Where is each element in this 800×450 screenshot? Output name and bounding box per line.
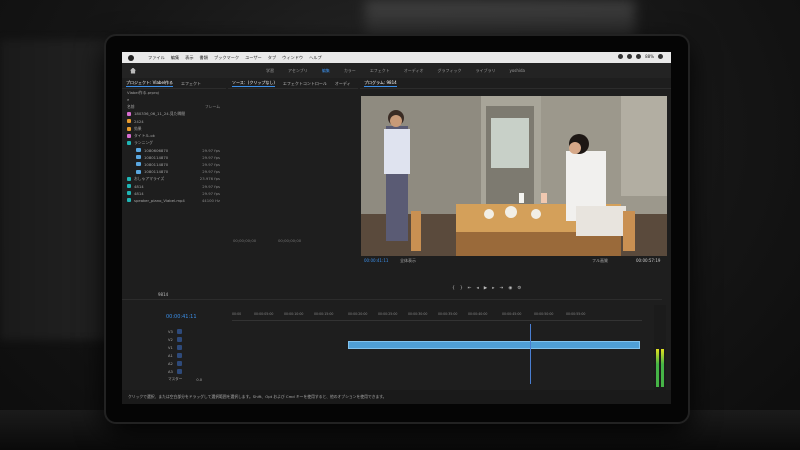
- list-item[interactable]: 1080606870 29.97 fps: [122, 147, 226, 154]
- menu-user[interactable]: ユーザー: [245, 55, 262, 61]
- source-panel: ソース：(クリップなし) エフェクトコントロール オーディ 00;00;00;0…: [228, 79, 358, 243]
- tab-sequence[interactable]: 9814: [158, 292, 168, 297]
- source-panel-header: ソース：(クリップなし) エフェクトコントロール オーディ: [228, 79, 358, 89]
- tab-effects[interactable]: エフェクト: [181, 81, 201, 87]
- list-item[interactable]: 1080114870 29.97 fps: [122, 168, 226, 175]
- menu-history[interactable]: 書類: [200, 55, 208, 61]
- list-item[interactable]: 1080114870 29.97 fps: [122, 161, 226, 168]
- track-header-a1[interactable]: A1: [168, 352, 182, 359]
- list-item[interactable]: speaker_piano_Vlabel.mp4 44100 Hz: [122, 197, 226, 204]
- status-text: クリックで選択、または空白部分をドラッグして選択範囲を選択します。Shift、O…: [128, 394, 387, 399]
- program-monitor-header: プログラム: 9814: [360, 79, 671, 89]
- ruler-tick: 00:00: [232, 312, 242, 316]
- list-item[interactable]: ランニング: [122, 139, 226, 146]
- tab-program[interactable]: プログラム: 9814: [364, 80, 397, 87]
- battery-level: 88%: [645, 54, 654, 59]
- track-header-v2[interactable]: V2: [168, 336, 182, 343]
- track-header-v3[interactable]: V3: [168, 328, 182, 335]
- meter-right: [661, 349, 664, 387]
- ruler-tick: 00:00:20:00: [348, 312, 368, 316]
- timeline-timecode[interactable]: 00:00:41:11: [166, 314, 197, 320]
- tab-source[interactable]: ソース：(クリップなし): [232, 80, 275, 87]
- ruler-tick: 00:00:10:00: [284, 312, 304, 316]
- source-timecode-out: 00;00;00;00: [278, 238, 302, 243]
- project-panel-header: プロジェクト: Vlabel作る エフェクト: [122, 79, 226, 89]
- home-icon[interactable]: [130, 67, 136, 74]
- track-header-v1[interactable]: V1: [168, 344, 182, 351]
- program-fit-select[interactable]: 全体表示: [400, 258, 416, 264]
- blurred-left-wall: [0, 40, 110, 340]
- playhead[interactable]: [530, 324, 531, 384]
- program-timecode[interactable]: 00:00:41:11: [364, 258, 388, 263]
- list-item[interactable]: 4814 29.97 fps: [122, 182, 226, 189]
- status-bar: クリックで選択、または空白部分をドラッグして選択範囲を選択します。Shift、O…: [122, 390, 671, 404]
- apple-icon[interactable]: [128, 54, 134, 61]
- list-item[interactable]: タイトル.ok: [122, 132, 226, 139]
- workspace-tab-learning[interactable]: 学習: [266, 68, 274, 74]
- workspace-tab-custom[interactable]: yoshida: [509, 68, 525, 73]
- meter-left: [656, 349, 659, 387]
- wifi-icon[interactable]: [627, 54, 633, 59]
- ruler-tick: 00:00:40:00: [468, 312, 488, 316]
- workspace-tab-editing[interactable]: 編集: [322, 68, 330, 74]
- workspace-tab-graphics[interactable]: グラフィック: [438, 68, 462, 74]
- battery-icon[interactable]: [658, 54, 663, 59]
- ruler-tick: 00:00:05:00: [254, 312, 274, 316]
- workspace-bar: 学習 アセンブリ 編集 カラー エフェクト オーディオ グラフィック ライブラリ…: [122, 63, 671, 78]
- ruler-tick: 00:00:45:00: [502, 312, 522, 316]
- program-duration: 00:00:57:19: [636, 258, 661, 263]
- workspace-tab-assembly[interactable]: アセンブリ: [288, 68, 308, 74]
- menu-tab[interactable]: タブ: [268, 55, 276, 61]
- laptop-screen: ファイル 編集 表示 書類 ブックマーク ユーザー タブ ウィンドウ ヘルプ 8…: [122, 52, 671, 404]
- timeline-header: 9814: [122, 290, 662, 300]
- tab-project[interactable]: プロジェクト: Vlabel作る: [126, 80, 174, 87]
- ruler-tick: 00:00:55:00: [566, 312, 586, 316]
- list-item[interactable]: 1080114870 29.97 fps: [122, 154, 226, 161]
- list-item[interactable]: おしゃアマライズ 23.976 fps: [122, 175, 226, 182]
- menu-view[interactable]: 表示: [185, 55, 193, 61]
- project-panel: プロジェクト: Vlabel作る エフェクト Vlabel作る.prproj ⌕…: [122, 79, 226, 229]
- menu-window[interactable]: ウィンドウ: [282, 55, 303, 61]
- workspace-tab-audio[interactable]: オーディオ: [404, 68, 424, 74]
- project-column-header: 名前 フレーム: [127, 103, 220, 109]
- search-icon[interactable]: ⌕: [127, 97, 129, 102]
- dropbox-icon[interactable]: [618, 54, 624, 59]
- workspace-tab-libraries[interactable]: ライブラリ: [475, 68, 495, 74]
- source-timecode-in: 00;00;00;00: [233, 238, 257, 243]
- list-item[interactable]: 2424: [122, 118, 226, 125]
- program-video-frame: [361, 96, 667, 256]
- menu-help[interactable]: ヘルプ: [309, 55, 322, 61]
- track-header-master[interactable]: マスター 0.0: [168, 376, 202, 383]
- workspace-tab-color[interactable]: カラー: [344, 68, 356, 74]
- project-search-row[interactable]: ⌕: [122, 96, 226, 103]
- airplay-icon[interactable]: [636, 54, 642, 59]
- program-monitor: プログラム: 9814 00:00:41:11 全体表示 フル画質 00:00:…: [360, 79, 671, 263]
- list-item[interactable]: 4814 29.97 fps: [122, 190, 226, 197]
- track-header-a3[interactable]: A3: [168, 368, 182, 375]
- ruler-tick: 00:00:25:00: [378, 312, 398, 316]
- list-item[interactable]: 180336_06_11_24.見た瞬間: [122, 111, 226, 118]
- ruler-tick: 00:00:15:00: [314, 312, 334, 316]
- ruler-tick: 00:00:35:00: [438, 312, 458, 316]
- blurred-window-light: [365, 0, 635, 40]
- menu-file[interactable]: ファイル: [148, 55, 165, 61]
- audio-meter: [654, 305, 666, 395]
- project-file-name: Vlabel作る.prproj: [127, 89, 159, 95]
- video-clip[interactable]: [348, 341, 640, 349]
- tab-audio-mixer[interactable]: オーディ: [335, 81, 351, 87]
- menu-edit[interactable]: 編集: [171, 55, 179, 61]
- mac-status-area: 88%: [618, 54, 663, 59]
- mac-menu-bar: ファイル 編集 表示 書類 ブックマーク ユーザー タブ ウィンドウ ヘルプ 8…: [122, 52, 671, 63]
- tab-effect-controls[interactable]: エフェクトコントロール: [283, 81, 327, 87]
- list-item[interactable]: 効果: [122, 125, 226, 132]
- ruler-tick: 00:00:50:00: [534, 312, 554, 316]
- video-still-image: [361, 96, 667, 256]
- ruler-tick: 00:00:30:00: [408, 312, 428, 316]
- menu-bookmarks[interactable]: ブックマーク: [214, 55, 239, 61]
- track-header-a2[interactable]: A2: [168, 360, 182, 367]
- timeline-ruler[interactable]: 00:00 00:00:05:00 00:00:10:00 00:00:15:0…: [232, 312, 642, 321]
- program-quality-select[interactable]: フル画質: [592, 258, 608, 264]
- workspace-tab-effects[interactable]: エフェクト: [370, 68, 390, 74]
